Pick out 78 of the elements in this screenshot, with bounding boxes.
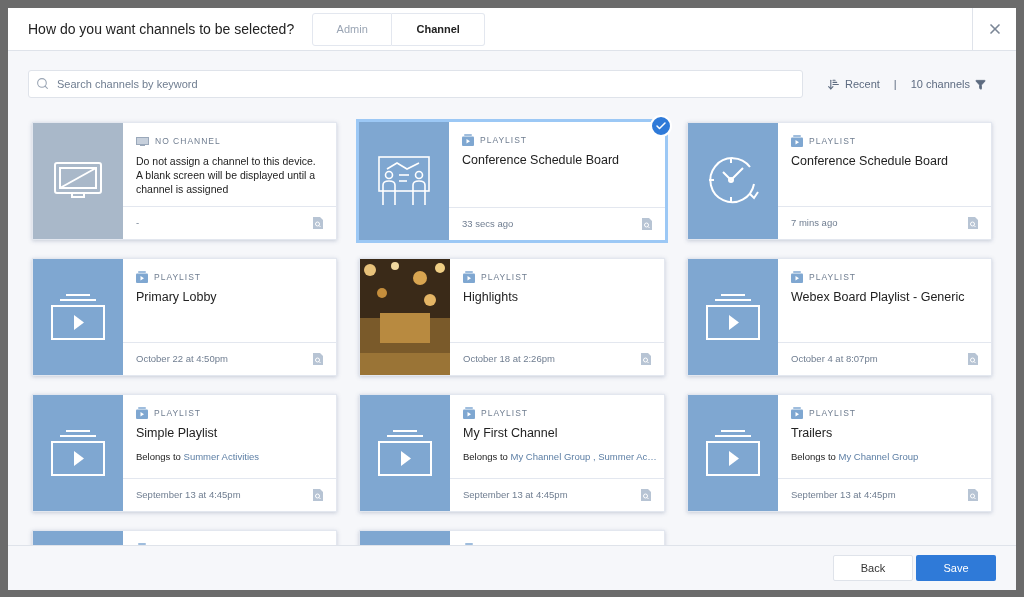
- preview-icon[interactable]: [641, 353, 651, 365]
- check-icon: [655, 120, 667, 132]
- playlist-icon: [50, 293, 106, 341]
- channel-title: My First Channel: [463, 424, 559, 442]
- group-link[interactable]: My Channel Group , Summer Ac…: [510, 450, 657, 462]
- group-link[interactable]: Summer Activities: [183, 450, 260, 462]
- channel-card[interactable]: NO CHANNEL Do not assign a channel to this device. A blank screen will be displayed until a channel is assigned -: [32, 122, 337, 240]
- updated-time: September 13 at 4:45pm: [463, 487, 568, 502]
- updated-time: October 4 at 8:07pm: [791, 351, 878, 366]
- channel-card[interactable]: PLAYLIST Primary Lobby October 22 at 4:50pm: [32, 258, 337, 376]
- updated-time: September 13 at 4:45pm: [136, 487, 241, 502]
- group-link[interactable]: My Channel Group: [838, 450, 919, 462]
- save-button[interactable]: Save: [916, 555, 996, 581]
- belongs-to-text: Belongs to My Channel Group: [791, 449, 920, 464]
- channel-title: Conference Schedule Board: [791, 152, 950, 170]
- playlist-icon: [377, 429, 433, 477]
- channel-type: PLAYLIST: [154, 407, 202, 420]
- playlist-icon: [136, 407, 148, 420]
- filter-button[interactable]: 10 channels: [910, 75, 986, 93]
- channel-description: Do not assign a channel to this device. A blank screen will be displayed until a channel is assigned: [136, 153, 317, 196]
- playlist-icon: [50, 429, 106, 477]
- playlist-icon: [705, 293, 761, 341]
- channel-card[interactable]: PLAYLIST Conference Schedule Board 7 mins ago: [687, 122, 992, 240]
- updated-time: -: [136, 215, 140, 230]
- channel-type: NO CHANNEL: [155, 135, 221, 148]
- preview-icon[interactable]: [313, 353, 323, 365]
- playlist-icon: [463, 271, 475, 284]
- channel-card[interactable]: PLAYLIST Webex Board Playlist - Generic October 4 at 8:07pm: [687, 258, 992, 376]
- updated-time: October 22 at 4:50pm: [136, 351, 228, 366]
- playlist-icon: [462, 134, 474, 147]
- preview-icon[interactable]: [641, 489, 651, 501]
- channel-title: Highlights: [463, 288, 519, 306]
- channel-type: PLAYLIST: [481, 271, 529, 284]
- preview-icon[interactable]: [313, 217, 323, 229]
- channel-type: PLAYLIST: [481, 407, 529, 420]
- channel-card[interactable]: PLAYLIST My First Channel Belongs to My Channel Group , Summer Ac… September 13 at 4:45pm: [359, 394, 665, 512]
- playlist-icon: [136, 271, 148, 284]
- preview-icon[interactable]: [968, 217, 978, 229]
- playlist-icon: [705, 429, 761, 477]
- channel-type: PLAYLIST: [154, 271, 202, 284]
- monitor-icon: [54, 162, 102, 200]
- search-icon: [36, 77, 49, 90]
- presentation-icon: [377, 155, 431, 207]
- belongs-to-text: Belongs to Summer Activities: [136, 449, 261, 464]
- updated-time: 33 secs ago: [462, 216, 514, 231]
- channel-title: Webex Board Playlist - Generic: [791, 288, 966, 306]
- channel-card[interactable]: PLAYLIST Simple Playlist Belongs to Summer Activities September 13 at 4:45pm: [32, 394, 337, 512]
- channel-card[interactable]: PLAYLIST Highlights October 18 at 2:26pm: [359, 258, 665, 376]
- dialog-title: How do you want channels to be selected?: [28, 19, 295, 39]
- channel-type: PLAYLIST: [809, 135, 857, 148]
- playlist-icon: [463, 407, 475, 420]
- separator: |: [893, 76, 897, 92]
- channel-type: PLAYLIST: [480, 134, 528, 147]
- sort-icon: [826, 77, 840, 91]
- channel-type: PLAYLIST: [809, 271, 857, 284]
- updated-time: October 18 at 2:26pm: [463, 351, 555, 366]
- search-field[interactable]: Search channels by keyword: [28, 70, 803, 98]
- playlist-icon: [791, 271, 803, 284]
- playlist-icon: [791, 407, 803, 420]
- channel-card[interactable]: PLAYLIST Conference Schedule Board 33 secs ago: [359, 122, 665, 240]
- channel-title: Simple Playlist: [136, 424, 219, 442]
- playlist-icon: [791, 135, 803, 148]
- channel-card[interactable]: PLAYLIST Trailers Belongs to My Channel Group September 13 at 4:45pm: [687, 394, 992, 512]
- back-button[interactable]: Back: [833, 555, 913, 581]
- channel-type: PLAYLIST: [809, 407, 857, 420]
- updated-time: September 13 at 4:45pm: [791, 487, 896, 502]
- preview-icon[interactable]: [968, 489, 978, 501]
- preview-icon[interactable]: [313, 489, 323, 501]
- preview-icon[interactable]: [642, 218, 652, 230]
- sort-button[interactable]: Recent: [826, 75, 880, 93]
- breadcrumb-step[interactable]: Channel: [392, 12, 486, 46]
- updated-time: 7 mins ago: [791, 215, 838, 230]
- monitor-icon: [136, 136, 149, 146]
- preview-icon[interactable]: [968, 353, 978, 365]
- channel-title: Trailers: [791, 424, 834, 442]
- channel-title: Primary Lobby: [136, 288, 218, 306]
- channel-title: Conference Schedule Board: [462, 151, 621, 169]
- filter-icon: [975, 78, 986, 90]
